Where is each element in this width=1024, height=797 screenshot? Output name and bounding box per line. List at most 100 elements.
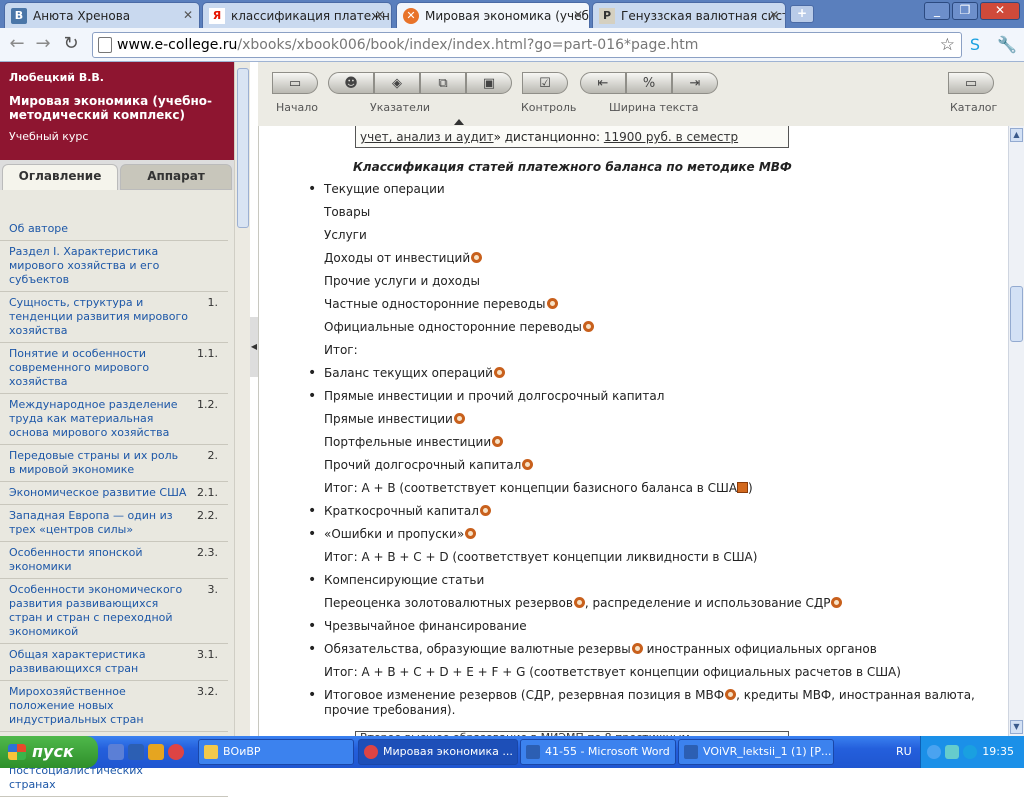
minimize-button[interactable]: _ [924, 2, 950, 20]
tab-genuezskaya[interactable]: P Генуззская валютная систем ✕ [592, 2, 786, 28]
tray-expand-icon[interactable] [927, 745, 941, 759]
sidebar-scrollbar[interactable] [234, 62, 250, 736]
wrench-icon[interactable]: 🔧 [996, 34, 1018, 56]
tab-klassifikaciya[interactable]: Я классификация платежных б ✕ [202, 2, 392, 28]
forward-button[interactable]: → [32, 34, 54, 56]
glossary-icon[interactable] [492, 436, 504, 447]
close-icon[interactable]: ✕ [573, 8, 583, 22]
glossary-icon[interactable] [582, 321, 594, 332]
toc-item[interactable]: Мирохозяйственное положение новых индуст… [0, 681, 228, 732]
glossary-icon[interactable] [573, 597, 585, 608]
toc-item[interactable]: Международное разделение труда как матер… [0, 394, 228, 445]
task-voivr-folder[interactable]: ВОиВР [198, 739, 354, 765]
ad-link-prefix[interactable]: учет, анализ и аудит [360, 130, 494, 144]
glossary-icon[interactable] [546, 298, 558, 309]
show-desktop-icon[interactable] [108, 744, 124, 760]
control-button[interactable]: ☑ [522, 72, 568, 94]
catalog-button[interactable]: ▭ [948, 72, 994, 94]
maximize-button[interactable]: ❐ [952, 2, 978, 20]
toc-item-label[interactable]: Особенности японской экономики [9, 546, 143, 573]
tab-contents[interactable]: Оглавление [2, 164, 118, 190]
toc-item-label[interactable]: Сущность, структура и тенденции развития… [9, 296, 188, 337]
address-bar[interactable]: www.e-college.ru/xbooks/xbook006/book/in… [92, 32, 962, 58]
task-word-lektsii[interactable]: VOiVR_lektsii_1 (1) [Р... [678, 739, 834, 765]
external-link-icon[interactable] [737, 482, 749, 493]
list-item: Итог: А + В (соответствует концепции баз… [259, 481, 999, 504]
target-pointer-button[interactable]: ◈ [374, 72, 420, 94]
pages-pointer-button[interactable]: ⧉ [420, 72, 466, 94]
close-icon[interactable]: ✕ [183, 8, 193, 22]
scroll-up-arrow[interactable]: ▲ [1010, 128, 1023, 142]
chrome-quicklaunch-icon[interactable] [168, 744, 184, 760]
close-icon[interactable]: ✕ [375, 8, 385, 22]
toc-item[interactable]: Особенности экономического развития разв… [0, 579, 228, 644]
glossary-icon[interactable] [522, 459, 534, 470]
sidebar-scroll-thumb[interactable] [237, 68, 249, 228]
reload-button[interactable]: ↻ [60, 34, 82, 56]
collapse-sidebar-handle[interactable]: ◀ [250, 317, 258, 377]
glossary-icon[interactable] [725, 689, 737, 700]
content-scrollbar[interactable]: ▲ ▼ [1008, 126, 1024, 736]
window-close-button[interactable]: ✕ [980, 2, 1020, 20]
wide-text-button[interactable]: ⇥ [672, 72, 718, 94]
task-word-41-55[interactable]: 41-55 - Microsoft Word [520, 739, 676, 765]
tab-anuta[interactable]: B Анюта Хренова ✕ [4, 2, 200, 28]
network-icon[interactable] [945, 745, 959, 759]
toc-item[interactable]: Об авторе [0, 218, 228, 241]
toc-item[interactable]: Экономическое развитие США 2.1. [0, 482, 228, 505]
checkbox-icon: ☑ [539, 75, 551, 91]
toc-item-label[interactable]: Экономическое развитие США [9, 486, 186, 499]
glossary-icon[interactable] [465, 528, 477, 539]
scroll-down-arrow[interactable]: ▼ [1010, 720, 1023, 734]
glossary-icon[interactable] [453, 413, 465, 424]
new-tab-button[interactable]: + [790, 5, 814, 23]
language-indicator[interactable]: RU [896, 745, 912, 758]
start-button[interactable]: ▭ [272, 72, 318, 94]
toc-item-label[interactable]: Понятие и особенности современного миров… [9, 347, 149, 388]
toc-item[interactable]: Понятие и особенности современного миров… [0, 343, 228, 394]
glossary-icon[interactable] [471, 252, 483, 263]
ad-banner-top[interactable]: учет, анализ и аудит» дистанционно: 1190… [355, 126, 789, 148]
tab-mirovaya-ekonomika[interactable]: ✕ Мировая экономика (учебно- ✕ [396, 2, 590, 28]
toc-item[interactable]: Раздел I. Характеристика мирового хозяйс… [0, 241, 228, 292]
ad-price-link[interactable]: 11900 руб. в семестр [604, 130, 738, 144]
close-icon[interactable]: ✕ [769, 8, 779, 22]
tab-apparatus[interactable]: Аппарат [120, 164, 232, 190]
skype-tray-icon[interactable] [963, 745, 977, 759]
glossary-icon[interactable] [831, 597, 843, 608]
content-scroll-thumb[interactable] [1010, 286, 1023, 342]
toc-item-label[interactable]: Общая характеристика развивающихся стран [9, 648, 146, 675]
toc-item-label[interactable]: Особенности экономического развития разв… [9, 583, 182, 638]
toc-item-label[interactable]: Об авторе [9, 222, 68, 235]
head-icon: ☻ [344, 75, 358, 91]
media-player-icon[interactable] [148, 744, 164, 760]
toc-item-label[interactable]: Мирохозяйственное положение новых индуст… [9, 685, 144, 726]
toc-item-label[interactable]: Международное разделение труда как матер… [9, 398, 178, 439]
list-item: Баланс текущих операций [259, 366, 999, 389]
percent-width-button[interactable]: % [626, 72, 672, 94]
glossary-icon[interactable] [479, 505, 491, 516]
task-chrome[interactable]: Мировая экономика ... [358, 739, 518, 765]
narrow-text-button[interactable]: ⇤ [580, 72, 626, 94]
list-item-text: Чрезвычайное финансирование [324, 619, 527, 633]
toc-item-label[interactable]: Раздел I. Характеристика мирового хозяйс… [9, 245, 159, 286]
bookmark-star-icon[interactable]: ☆ [940, 33, 955, 57]
toc-item-label[interactable]: Западная Европа — один из трех «центров … [9, 509, 173, 536]
skype-extension-icon[interactable]: S [964, 34, 986, 56]
toc-item-label[interactable]: Передовые страны и их роль в мировой эко… [9, 449, 178, 476]
toc-item[interactable]: Сущность, структура и тенденции развития… [0, 292, 228, 343]
toc-item[interactable]: Западная Европа — один из трех «центров … [0, 505, 228, 542]
tab-title: Мировая экономика (учебно- [425, 8, 589, 23]
toc-item[interactable]: Общая характеристика развивающихся стран… [0, 644, 228, 681]
list-item: Прямые инвестиции и прочий долгосрочный … [259, 389, 999, 412]
word-quicklaunch-icon[interactable] [128, 744, 144, 760]
head-pointer-button[interactable]: ☻ [328, 72, 374, 94]
glossary-icon[interactable] [631, 643, 643, 654]
person-pointer-button[interactable]: ▣ [466, 72, 512, 94]
person-icon: ▣ [482, 75, 496, 91]
back-button[interactable]: ← [6, 34, 28, 56]
toc-item[interactable]: Особенности японской экономики 2.3. [0, 542, 228, 579]
glossary-icon[interactable] [493, 367, 505, 378]
start-button[interactable]: пуск [0, 736, 98, 768]
toc-item[interactable]: Передовые страны и их роль в мировой эко… [0, 445, 228, 482]
